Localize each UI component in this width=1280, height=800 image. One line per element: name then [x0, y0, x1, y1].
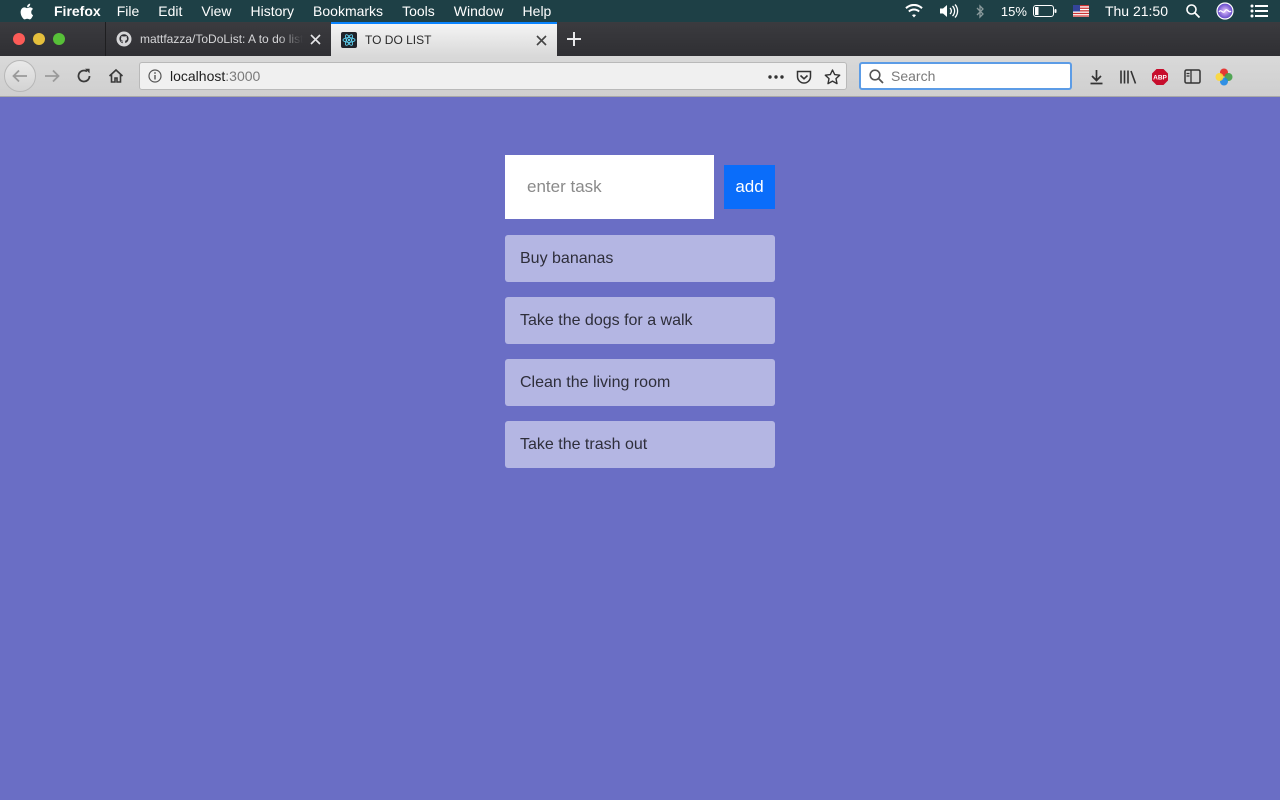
battery-icon[interactable] [1032, 5, 1057, 17]
page-actions-icon[interactable] [762, 75, 790, 79]
close-tab-icon[interactable] [307, 31, 323, 47]
browser-tab-strip: mattfazza/ToDoList: A to do list TO DO L… [0, 22, 1280, 56]
sidebar-icon[interactable] [1176, 61, 1208, 93]
add-task-button[interactable]: add [724, 165, 775, 209]
back-button[interactable] [4, 60, 36, 92]
react-icon [341, 32, 357, 48]
tab-title: TO DO LIST [365, 33, 432, 47]
library-icon[interactable] [1112, 61, 1144, 93]
volume-icon[interactable] [939, 4, 959, 18]
arrow-left-icon [12, 69, 27, 83]
bluetooth-icon[interactable] [975, 3, 985, 19]
plus-icon [567, 32, 581, 46]
tab-todo-list[interactable]: TO DO LIST [331, 22, 557, 56]
search-icon [861, 68, 891, 84]
pocket-icon[interactable] [790, 70, 818, 85]
task-input[interactable] [505, 155, 714, 219]
url-host: localhost [170, 68, 226, 84]
new-tab-button[interactable] [557, 22, 591, 56]
browser-toolbar: localhost:3000 ABP [0, 56, 1280, 97]
search-input[interactable] [891, 68, 1061, 84]
menu-bookmarks[interactable]: Bookmarks [313, 0, 383, 22]
adblock-plus-icon[interactable]: ABP [1144, 61, 1176, 93]
bookmark-star-icon[interactable] [818, 69, 846, 85]
close-tab-icon[interactable] [533, 32, 549, 48]
reload-button[interactable] [70, 62, 98, 90]
svg-text:ABP: ABP [1153, 74, 1167, 81]
todo-form: add [505, 155, 775, 219]
downloads-icon[interactable] [1080, 61, 1112, 93]
menu-history[interactable]: History [250, 0, 294, 22]
task-item[interactable]: Clean the living room [505, 359, 775, 406]
home-button[interactable] [102, 62, 130, 90]
menu-view[interactable]: View [201, 0, 231, 22]
apple-icon[interactable] [19, 2, 37, 20]
color-extension-icon[interactable] [1208, 61, 1240, 93]
menu-edit[interactable]: Edit [158, 0, 182, 22]
address-bar[interactable]: localhost:3000 [139, 62, 847, 90]
tab-github[interactable]: mattfazza/ToDoList: A to do list [105, 22, 331, 56]
info-icon[interactable] [140, 69, 170, 83]
url-port: :3000 [225, 68, 261, 84]
battery-percent: 15% [1000, 3, 1027, 19]
wifi-icon[interactable] [905, 4, 923, 18]
task-list: Buy bananas Take the dogs for a walk Cle… [505, 235, 775, 483]
tab-title: mattfazza/ToDoList: A to do list [140, 32, 303, 46]
macos-menu-bar: Firefox File Edit View History Bookmarks… [0, 0, 1280, 22]
menu-tools[interactable]: Tools [402, 0, 435, 22]
window-controls [0, 22, 105, 56]
home-icon [108, 68, 124, 83]
window-close-button[interactable] [13, 33, 25, 45]
siri-icon[interactable] [1216, 2, 1234, 20]
menu-help[interactable]: Help [523, 0, 552, 22]
menu-app-name[interactable]: Firefox [54, 0, 101, 22]
menu-window[interactable]: Window [454, 0, 504, 22]
task-item[interactable]: Buy bananas [505, 235, 775, 282]
window-minimize-button[interactable] [33, 33, 45, 45]
notification-center-icon[interactable] [1250, 4, 1268, 18]
flag-us-icon[interactable] [1072, 5, 1089, 17]
search-bar[interactable] [859, 62, 1072, 90]
window-maximize-button[interactable] [53, 33, 65, 45]
arrow-right-icon [45, 69, 60, 83]
todo-app-page: add Buy bananas Take the dogs for a walk… [0, 97, 1280, 800]
menu-file[interactable]: File [117, 0, 140, 22]
hamburger-menu-icon[interactable] [1270, 61, 1280, 93]
github-icon [116, 31, 132, 47]
forward-button[interactable] [38, 62, 66, 90]
task-item[interactable]: Take the dogs for a walk [505, 297, 775, 344]
reload-icon [77, 68, 91, 83]
task-item[interactable]: Take the trash out [505, 421, 775, 468]
spotlight-search-icon[interactable] [1186, 4, 1200, 18]
clock[interactable]: Thu 21:50 [1105, 3, 1168, 19]
